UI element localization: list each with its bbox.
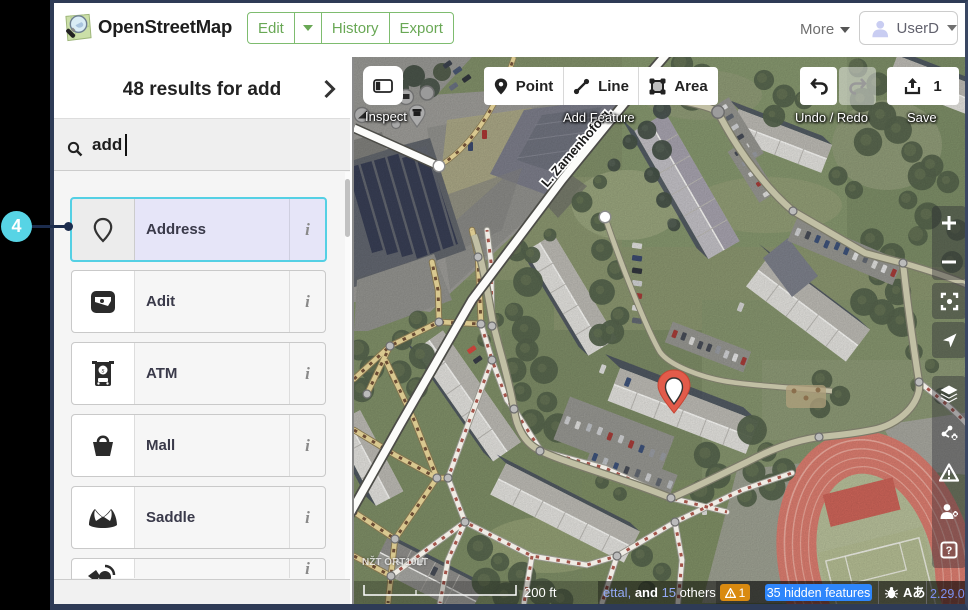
svg-text:?: ? (946, 545, 953, 557)
svg-text:s: s (102, 368, 105, 374)
